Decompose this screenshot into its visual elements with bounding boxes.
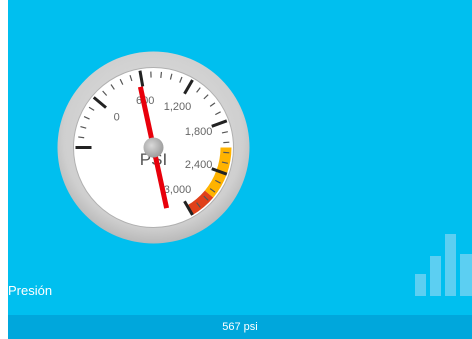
gauge-tick-label: 3,000 [164, 184, 192, 196]
gauge-tick-label: 1,800 [185, 126, 213, 138]
gauge-minor-tick [78, 136, 85, 139]
bar-chart-icon-bar [430, 256, 441, 296]
tile-label: Presión [8, 283, 53, 298]
gauge-minor-tick [160, 71, 163, 78]
bar-chart-icon-bar [415, 274, 426, 296]
pressure-gauge: 6001,2001,8002,4003,0000 PSI [56, 50, 251, 245]
gauge-needle-hub [143, 137, 164, 158]
gauge-svg: 6001,2001,8002,4003,0000 PSI [57, 51, 250, 244]
bar-chart-icon-bar [460, 254, 472, 296]
gauge-tick-label: 2,400 [185, 159, 213, 171]
footer-value: 567 psi [222, 321, 258, 333]
bar-chart-icon-bar [445, 234, 456, 296]
gauge-tick-label: 0 [114, 112, 120, 124]
tile-footer: 567 psi [8, 315, 472, 339]
bar-chart-icon[interactable] [409, 234, 472, 296]
gauge-tick-label: 1,200 [164, 101, 192, 113]
pressure-tile[interactable]: 6001,2001,8002,4003,0000 PSI Presión 567… [8, 0, 472, 339]
